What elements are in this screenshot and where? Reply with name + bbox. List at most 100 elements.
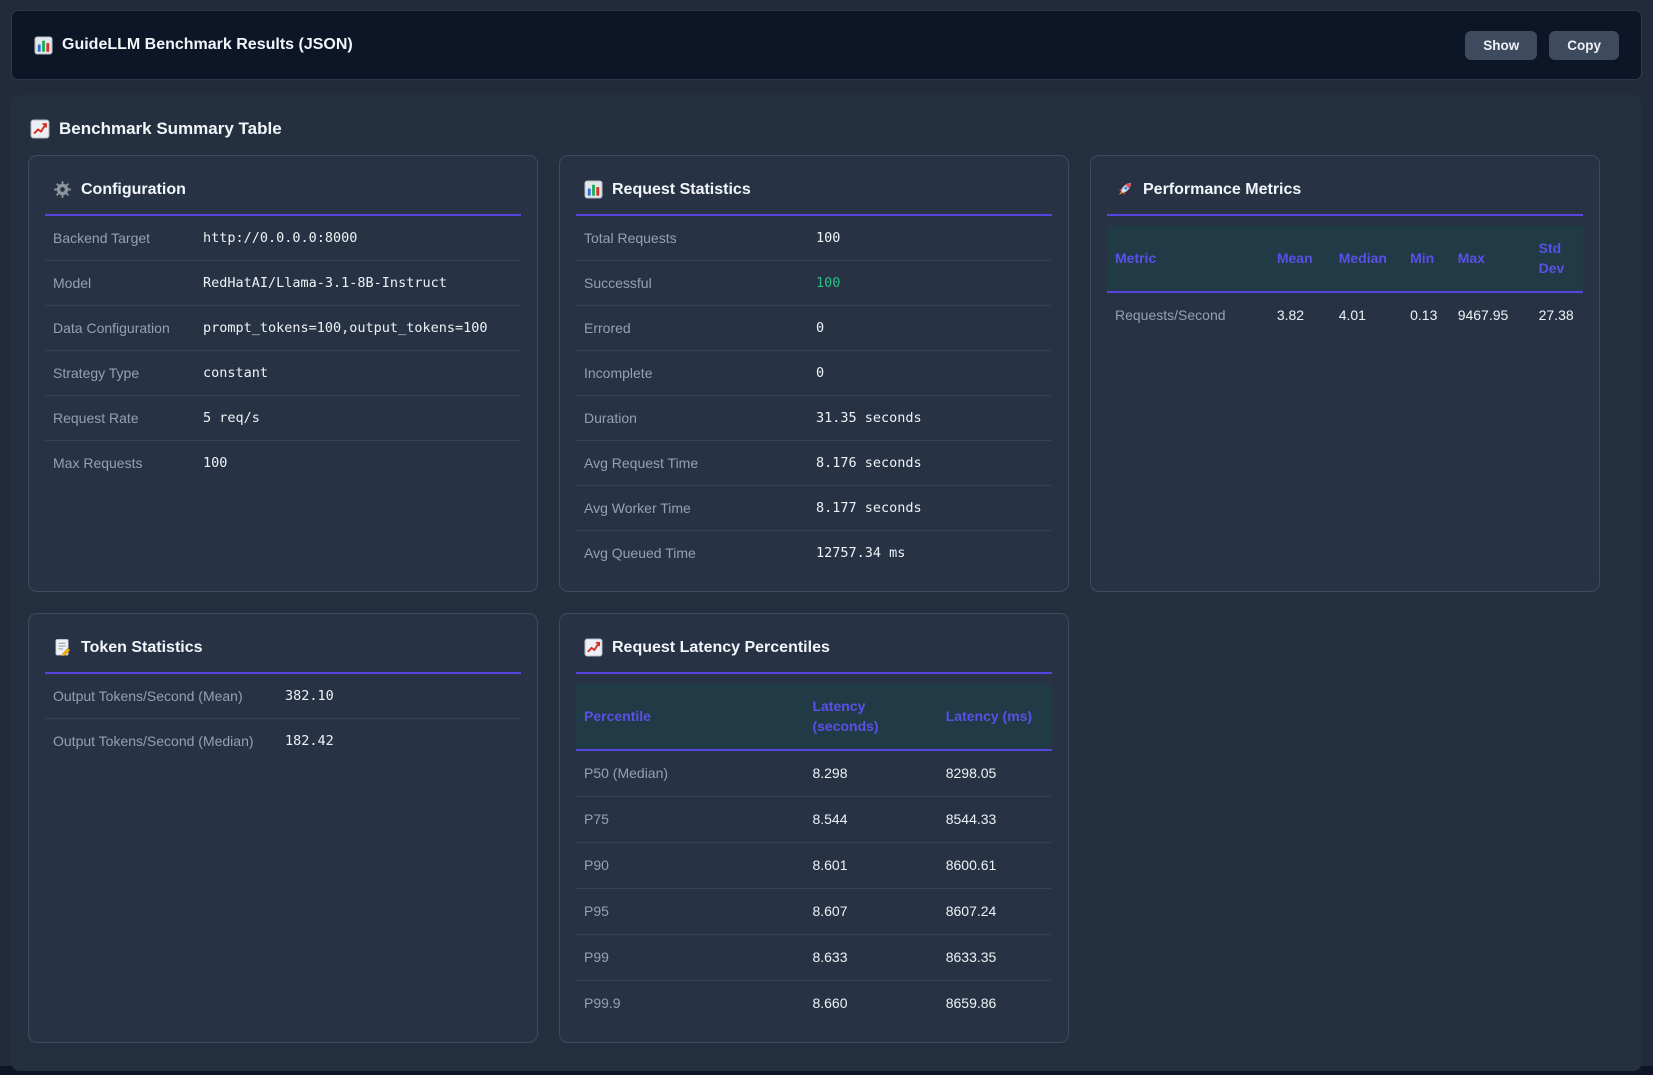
row-label: Incomplete <box>584 365 816 381</box>
stat-row-avg-request-time: Avg Request Time 8.176 seconds <box>576 441 1052 486</box>
col-header: Std Dev <box>1531 226 1583 292</box>
table-header-row: Metric Mean Median Min Max Std Dev <box>1107 226 1583 292</box>
table-row-p99-9: P99.9 8.660 8659.86 <box>576 980 1052 1026</box>
cell-min: 0.13 <box>1402 292 1450 338</box>
row-label: Backend Target <box>53 230 203 246</box>
row-label: Avg Worker Time <box>584 500 816 516</box>
bar-chart-icon <box>34 36 53 55</box>
row-value: prompt_tokens=100,output_tokens=100 <box>203 320 487 336</box>
stat-row-duration: Duration 31.35 seconds <box>576 396 1052 441</box>
row-value: 8.177 seconds <box>816 500 922 516</box>
request-statistics-card: Request Statistics Total Requests 100 Su… <box>559 155 1069 592</box>
cell-percentile: P75 <box>576 796 804 842</box>
row-value: RedHatAI/Llama-3.1-8B-Instruct <box>203 275 447 291</box>
table-row-p75: P75 8.544 8544.33 <box>576 796 1052 842</box>
col-header: Mean <box>1269 226 1331 292</box>
token-statistics-card-title: Token Statistics <box>45 630 521 674</box>
row-value: constant <box>203 365 268 381</box>
row-label: Successful <box>584 275 816 291</box>
cell-max: 9467.95 <box>1450 292 1531 338</box>
config-row-strategy-type: Strategy Type constant <box>45 351 521 396</box>
bar-chart-icon <box>584 180 603 199</box>
row-label: Request Rate <box>53 410 203 426</box>
stat-row-incomplete: Incomplete 0 <box>576 351 1052 396</box>
row-label: Avg Request Time <box>584 455 816 471</box>
config-row-request-rate: Request Rate 5 req/s <box>45 396 521 441</box>
row-value: 182.42 <box>285 733 334 749</box>
row-label: Output Tokens/Second (Median) <box>53 733 285 749</box>
table-row-p50: P50 (Median) 8.298 8298.05 <box>576 750 1052 797</box>
cell-latency-seconds: 8.601 <box>804 842 937 888</box>
col-header: Latency (seconds) <box>804 684 937 750</box>
memo-icon <box>53 638 72 657</box>
latency-percentiles-card: Request Latency Percentiles Percentile L… <box>559 613 1069 1043</box>
col-header: Metric <box>1107 226 1269 292</box>
row-value: 8.176 seconds <box>816 455 922 471</box>
cell-latency-ms: 8298.05 <box>938 750 1052 797</box>
cell-latency-ms: 8659.86 <box>938 980 1052 1026</box>
cell-latency-ms: 8544.33 <box>938 796 1052 842</box>
cell-mean: 3.82 <box>1269 292 1331 338</box>
grid-empty-cell <box>1090 613 1600 1043</box>
card-title-text: Configuration <box>81 181 186 199</box>
performance-metrics-card-title: Performance Metrics <box>1107 172 1583 216</box>
row-value: 5 req/s <box>203 410 260 426</box>
row-label: Total Requests <box>584 230 816 246</box>
stat-row-errored: Errored 0 <box>576 306 1052 351</box>
config-row-backend-target: Backend Target http://0.0.0.0:8000 <box>45 216 521 261</box>
gear-icon <box>53 180 72 199</box>
cell-latency-seconds: 8.298 <box>804 750 937 797</box>
col-header: Median <box>1331 226 1402 292</box>
config-row-data-configuration: Data Configuration prompt_tokens=100,out… <box>45 306 521 351</box>
card-title-text: Performance Metrics <box>1143 181 1301 199</box>
row-value-success: 100 <box>816 275 840 291</box>
row-label: Output Tokens/Second (Mean) <box>53 688 285 704</box>
cell-std-dev: 27.38 <box>1531 292 1583 338</box>
cell-latency-ms: 8633.35 <box>938 934 1052 980</box>
stat-row-avg-queued-time: Avg Queued Time 12757.34 ms <box>576 531 1052 575</box>
configuration-rows: Backend Target http://0.0.0.0:8000 Model… <box>45 216 521 485</box>
token-row-mean: Output Tokens/Second (Mean) 382.10 <box>45 674 521 719</box>
row-value: 0 <box>816 320 824 336</box>
row-value: 12757.34 ms <box>816 545 905 561</box>
row-label: Avg Queued Time <box>584 545 816 561</box>
section-title: Benchmark Summary Table <box>59 119 282 139</box>
cell-latency-seconds: 8.633 <box>804 934 937 980</box>
cell-latency-seconds: 8.544 <box>804 796 937 842</box>
cell-latency-ms: 8600.61 <box>938 842 1052 888</box>
cell-metric: Requests/Second <box>1107 292 1269 338</box>
show-button[interactable]: Show <box>1465 31 1537 60</box>
section-title-wrap: Benchmark Summary Table <box>30 119 1625 139</box>
token-row-median: Output Tokens/Second (Median) 182.42 <box>45 719 521 763</box>
cell-percentile: P50 (Median) <box>576 750 804 797</box>
token-statistics-rows: Output Tokens/Second (Mean) 382.10 Outpu… <box>45 674 521 763</box>
latency-percentiles-card-title: Request Latency Percentiles <box>576 630 1052 674</box>
table-row-requests-per-second: Requests/Second 3.82 4.01 0.13 9467.95 2… <box>1107 292 1583 338</box>
card-title-text: Request Latency Percentiles <box>612 639 830 657</box>
performance-metrics-card: Performance Metrics Metric Mean Median M… <box>1090 155 1600 592</box>
cell-latency-seconds: 8.660 <box>804 980 937 1026</box>
row-value: 382.10 <box>285 688 334 704</box>
cards-grid: Configuration Backend Target http://0.0.… <box>28 155 1625 1043</box>
row-label: Model <box>53 275 203 291</box>
card-title-text: Token Statistics <box>81 639 203 657</box>
header-bar: GuideLLM Benchmark Results (JSON) Show C… <box>11 10 1642 80</box>
cell-percentile: P90 <box>576 842 804 888</box>
table-header-row: Percentile Latency (seconds) Latency (ms… <box>576 684 1052 750</box>
cell-percentile: P99.9 <box>576 980 804 1026</box>
row-value: 100 <box>816 230 840 246</box>
cell-percentile: P99 <box>576 934 804 980</box>
chart-increasing-icon <box>30 119 50 139</box>
request-statistics-card-title: Request Statistics <box>576 172 1052 216</box>
table-row-p90: P90 8.601 8600.61 <box>576 842 1052 888</box>
table-row-p99: P99 8.633 8633.35 <box>576 934 1052 980</box>
row-label: Duration <box>584 410 816 426</box>
configuration-card-title: Configuration <box>45 172 521 216</box>
col-header: Latency (ms) <box>938 684 1052 750</box>
config-row-model: Model RedHatAI/Llama-3.1-8B-Instruct <box>45 261 521 306</box>
copy-button[interactable]: Copy <box>1549 31 1619 60</box>
latency-percentiles-table: Percentile Latency (seconds) Latency (ms… <box>576 684 1052 1026</box>
configuration-card: Configuration Backend Target http://0.0.… <box>28 155 538 592</box>
col-header: Percentile <box>576 684 804 750</box>
page-title: GuideLLM Benchmark Results (JSON) <box>62 36 353 54</box>
